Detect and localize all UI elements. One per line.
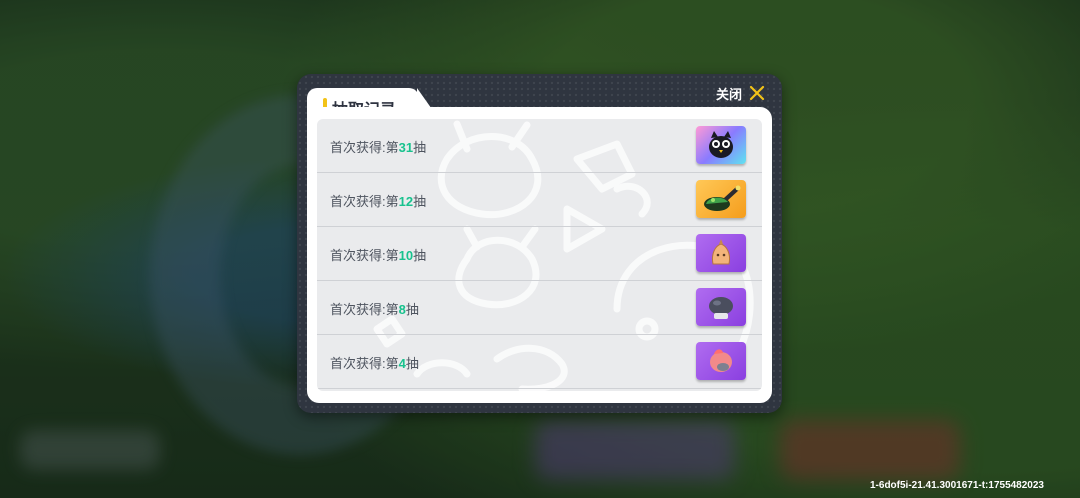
draw-count: 10 (398, 248, 414, 263)
item-thumbnail[interactable] (696, 180, 746, 218)
flame-cannon-icon (704, 185, 741, 211)
build-id-label: 1-6dof5i-21.41.3001671-t:1755482023 (869, 480, 1044, 491)
record-text: 首次获得:第4抽 (330, 356, 419, 371)
record-text: 首次获得:第12抽 (330, 194, 427, 209)
seed-bag-icon (712, 239, 730, 265)
draw-count: 31 (398, 140, 414, 155)
record-text: 首次获得:第31抽 (330, 140, 427, 155)
rock-bun-icon (709, 297, 733, 319)
draw-count: 4 (398, 356, 406, 371)
item-thumbnail[interactable] (696, 288, 746, 326)
item-thumbnail[interactable] (696, 234, 746, 272)
record-row[interactable]: 首次获得:第4抽 (317, 335, 762, 389)
peach-mochi-icon (710, 349, 732, 372)
record-row[interactable]: 首次获得:第12抽 (317, 173, 762, 227)
draw-count: 12 (398, 194, 414, 209)
draw-count: 8 (398, 302, 406, 317)
record-row[interactable]: 首次获得:第31抽 (317, 119, 762, 173)
record-list[interactable]: 首次获得:第31抽 首次获得:第12抽 首次获得:第10抽 首次获得:第8抽 首… (317, 119, 762, 391)
item-thumbnail[interactable] (696, 342, 746, 380)
close-label: 关闭 (715, 86, 742, 102)
close-button[interactable]: 关闭 (716, 83, 766, 103)
record-row[interactable]: 首次获得:第10抽 (317, 227, 762, 281)
record-row[interactable]: 首次获得:第8抽 (317, 281, 762, 335)
close-icon (749, 85, 765, 101)
owl-badge-icon (709, 131, 733, 158)
draw-record-dialog: 抽取记录 关闭 首次获得:第31抽 (297, 74, 782, 413)
record-text: 首次获得:第10抽 (330, 248, 427, 263)
record-text: 首次获得:第8抽 (330, 302, 419, 317)
item-thumbnail[interactable] (696, 126, 746, 164)
